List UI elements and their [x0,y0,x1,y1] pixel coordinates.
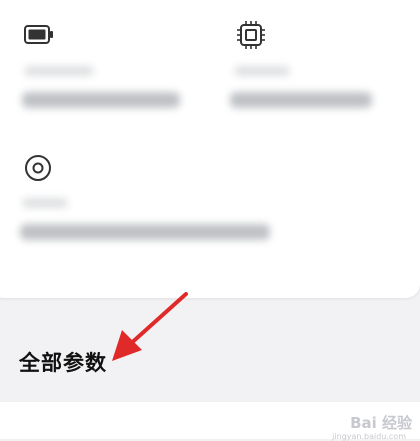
spec-battery-label [24,66,94,76]
camera-icon [25,155,51,181]
battery-icon [24,25,53,44]
spec-processor-value [230,92,372,108]
all-params-title[interactable]: 全部参数 [19,347,107,377]
spec-camera-label [22,198,68,208]
watermark-subtext: jingyan.baidu.com [332,432,406,441]
spec-processor-label [234,66,290,76]
spec-processor [230,20,420,120]
watermark-text: Bai 经验 [350,414,412,432]
spec-battery [22,20,214,120]
chip-icon [237,21,265,49]
spec-camera [20,154,324,254]
spec-camera-value [20,224,270,240]
spec-battery-value [22,92,180,108]
watermark-logo: Bai 经验 jingyan.baidu.com [332,412,412,441]
specs-card [0,0,420,298]
